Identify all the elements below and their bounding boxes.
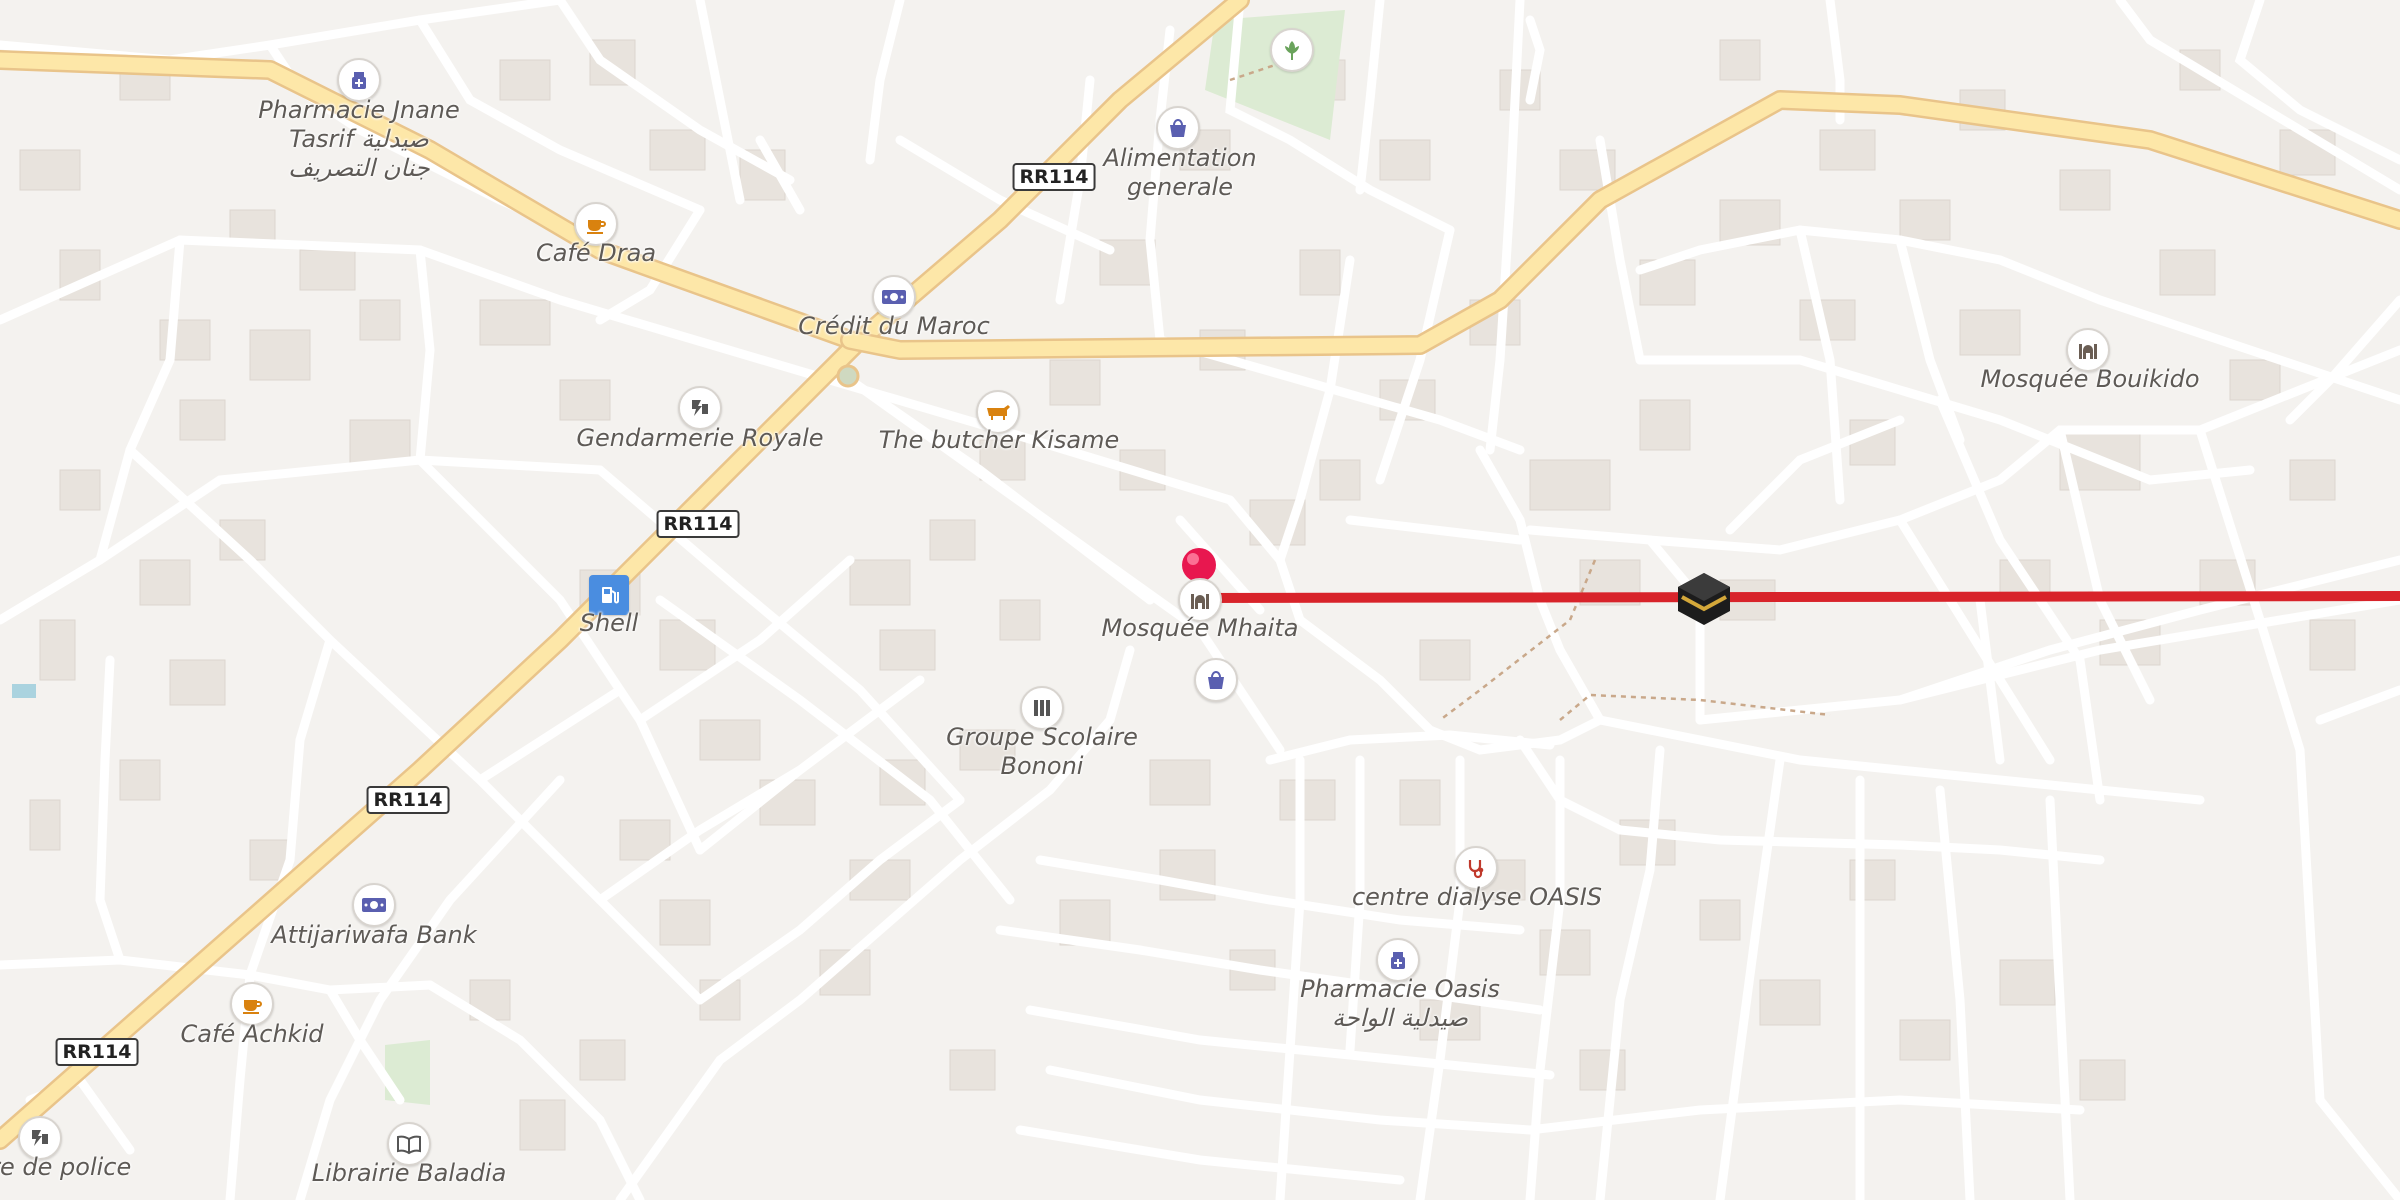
- water-feature: [12, 684, 36, 698]
- roundabout: [836, 364, 860, 388]
- park-icon[interactable]: [1270, 28, 1314, 72]
- poi-label-gendarmerie-royale[interactable]: Gendarmerie Royale: [576, 424, 823, 453]
- shop-icon[interactable]: [1194, 658, 1238, 702]
- road-shield-rr114: RR114: [1012, 163, 1096, 191]
- map-view[interactable]: RR114 RR114 RR114 RR114 Pharmacie Jnane …: [0, 0, 2400, 1200]
- poi-label-librairie-baladia[interactable]: Librairie Baladia: [312, 1159, 507, 1188]
- poi-label-shell[interactable]: Shell: [580, 609, 639, 638]
- poi-label-alimentation-generale[interactable]: Alimentation generale: [1103, 144, 1256, 202]
- poi-label-centre-dialyse[interactable]: centre dialyse OASIS: [1352, 883, 1602, 912]
- poi-label-butcher-kisame[interactable]: The butcher Kisame: [879, 426, 1120, 455]
- poi-label-cafe-achkid[interactable]: Café Achkid: [181, 1020, 324, 1049]
- poi-label-attijariwafa[interactable]: Attijariwafa Bank: [271, 921, 476, 950]
- road-shield-rr114: RR114: [656, 510, 740, 538]
- poi-label-pharmacie-oasis[interactable]: Pharmacie Oasis صيدلية الواحة: [1300, 975, 1500, 1033]
- poi-label-pharmacie-jnane[interactable]: Pharmacie Jnane Tasrif صيدلية جنان التصر…: [258, 96, 460, 183]
- poi-label-credit-du-maroc[interactable]: Crédit du Maroc: [798, 312, 990, 341]
- poi-label-police[interactable]: tre de police: [0, 1153, 131, 1182]
- poi-label-cafe-draa[interactable]: Café Draa: [536, 239, 656, 268]
- road-shield-rr114: RR114: [366, 786, 450, 814]
- poi-label-mosquee-mhaita[interactable]: Mosquée Mhaita: [1102, 614, 1299, 643]
- route-line: [1199, 591, 2400, 603]
- park-area: [1205, 10, 1345, 140]
- poi-label-groupe-scolaire[interactable]: Groupe Scolaire Bononi: [946, 723, 1138, 781]
- poi-label-mosquee-bouikido[interactable]: Mosquée Bouikido: [1980, 365, 2199, 394]
- road-shield-rr114: RR114: [55, 1038, 139, 1066]
